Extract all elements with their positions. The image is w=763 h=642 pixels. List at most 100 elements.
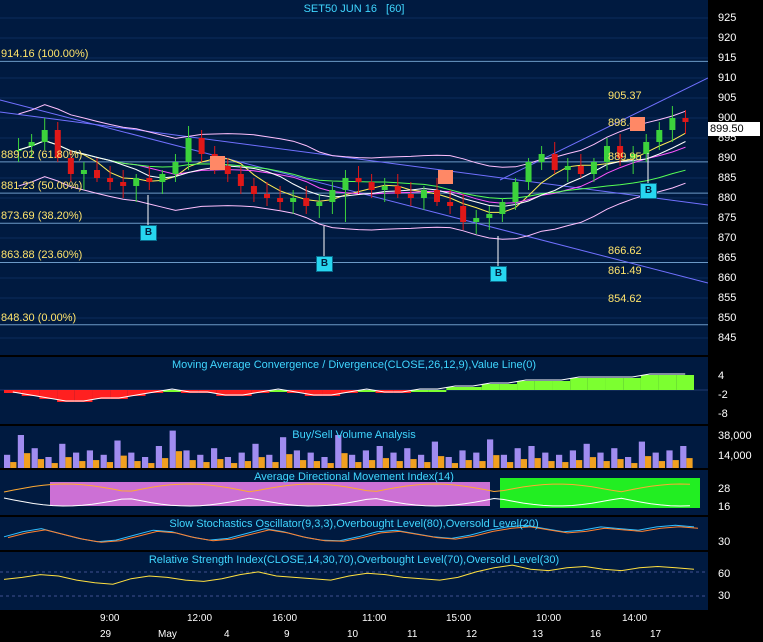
rsi-panel[interactable]: Relative Strength Index(CLOSE,14,30,70),…	[0, 552, 708, 610]
macd-bar	[534, 381, 553, 390]
buy-volume-bar	[569, 450, 577, 468]
sell-volume-bar	[645, 456, 652, 468]
sell-volume-bar	[37, 459, 45, 468]
date-label: 4	[224, 629, 230, 640]
rsi-title: Relative Strength Index(CLOSE,14,30,70),…	[148, 554, 560, 566]
buy-volume-bar	[625, 457, 632, 468]
time-label: 15:00	[446, 613, 472, 624]
last-price-tag: 899.50	[708, 122, 760, 136]
macd-bar	[623, 378, 641, 390]
buy-volume-bar	[459, 450, 466, 468]
sell-volume-bar	[313, 461, 321, 468]
buy-volume-bar	[376, 446, 383, 468]
sell-volume-bar	[465, 460, 472, 468]
sell-volume-bar	[258, 457, 265, 468]
candle-body	[250, 186, 257, 194]
buy-volume-bar	[611, 448, 618, 468]
date-label: 29	[100, 629, 112, 640]
sell-volume-bar	[189, 460, 196, 468]
buy-volume-bar	[280, 437, 287, 468]
macd-axis: 4 -2 -8	[708, 357, 763, 424]
price-tick: 870	[718, 232, 737, 244]
buy-volume-bar	[31, 448, 38, 468]
buy-volume-bar	[349, 454, 356, 468]
candle-body	[643, 142, 650, 154]
sell-volume-bar	[686, 458, 693, 468]
adx-minus-fill	[50, 482, 490, 506]
price-tick: 845	[718, 332, 737, 344]
buy-marker: B	[140, 225, 157, 241]
candle-body	[434, 190, 440, 202]
candle-body	[94, 170, 100, 178]
candle-body	[368, 182, 375, 190]
buy-volume-bar	[638, 441, 646, 468]
candle-body	[224, 166, 231, 174]
candle-body	[264, 194, 270, 198]
buy-volume-bar	[4, 454, 11, 468]
price-tick: 880	[718, 192, 737, 204]
macd-bar	[481, 384, 500, 390]
fib-label: 889.02 (61.80%)	[1, 148, 83, 161]
sell-volume-bar	[93, 460, 100, 468]
price-tick: 865	[718, 252, 737, 264]
price-level-label: 861.49	[608, 265, 642, 278]
macd-tick: -2	[718, 389, 728, 401]
candle-body	[656, 130, 663, 142]
candle-body	[290, 198, 297, 202]
volume-tick: 38,000	[718, 430, 752, 442]
adx-title: Average Directional Movement Index(14)	[254, 471, 454, 483]
buy-volume-bar	[362, 450, 370, 468]
candle-body	[185, 138, 192, 162]
candle-body	[486, 214, 493, 218]
sell-volume-bar	[520, 459, 528, 468]
date-label: 16	[590, 629, 602, 640]
sell-volume-bar	[479, 461, 486, 468]
date-label: 12	[466, 629, 478, 640]
adx-panel[interactable]: Average Directional Movement Index(14)	[0, 470, 708, 515]
price-level-label: 889.95	[608, 151, 642, 164]
sell-marker	[630, 117, 645, 131]
macd-bar	[640, 375, 659, 390]
price-tick: 905	[718, 92, 737, 104]
fib-label: 914.16 (100.00%)	[1, 48, 89, 61]
price-chart	[0, 17, 708, 339]
sell-volume-bar	[672, 460, 679, 468]
fib-label: 848.30 (0.00%)	[1, 311, 77, 324]
stoch-tick: 30	[718, 536, 731, 548]
buy-marker: B	[316, 256, 333, 272]
macd-bar	[428, 390, 447, 392]
buy-volume-bar	[597, 452, 604, 468]
bollinger-lower	[18, 176, 686, 240]
candle-body	[473, 218, 480, 222]
buy-volume-bar	[293, 450, 301, 468]
sell-marker	[210, 156, 225, 170]
buy-volume-bar	[514, 448, 521, 468]
buy-volume-bar	[473, 452, 480, 468]
stoch-panel[interactable]: Slow Stochastics Oscillator(9,3,3),Overb…	[0, 517, 708, 550]
price-panel[interactable]: SET50 JUN 16 [60] 929.75 (123.60%)914.16…	[0, 0, 708, 355]
price-tick: 850	[718, 312, 737, 324]
volume-panel[interactable]: Buy/Sell Volume Analysis	[0, 426, 708, 468]
buy-volume-bar	[155, 446, 163, 468]
candle-body	[577, 166, 584, 174]
macd-panel[interactable]: Moving Average Convergence / Divergence(…	[0, 357, 708, 424]
candle-body	[133, 178, 140, 186]
macd-bar	[587, 378, 606, 390]
price-tick: 910	[718, 72, 737, 84]
candle-body	[159, 174, 166, 182]
buy-volume-bar	[680, 446, 687, 468]
sell-volume-bar	[120, 455, 127, 468]
volume-tick: 14,000	[718, 450, 752, 462]
price-tick: 915	[718, 52, 737, 64]
moving-average	[18, 140, 686, 208]
candle-body	[28, 142, 35, 146]
sell-volume-bar	[24, 453, 31, 468]
candle-body	[172, 162, 179, 174]
candle-body	[237, 174, 244, 186]
time-label: 16:00	[272, 613, 298, 624]
time-label: 10:00	[536, 613, 562, 624]
buy-volume-bar	[556, 454, 563, 468]
macd-bar	[499, 384, 518, 390]
candle-body	[420, 190, 427, 198]
sell-volume-bar	[300, 460, 307, 468]
